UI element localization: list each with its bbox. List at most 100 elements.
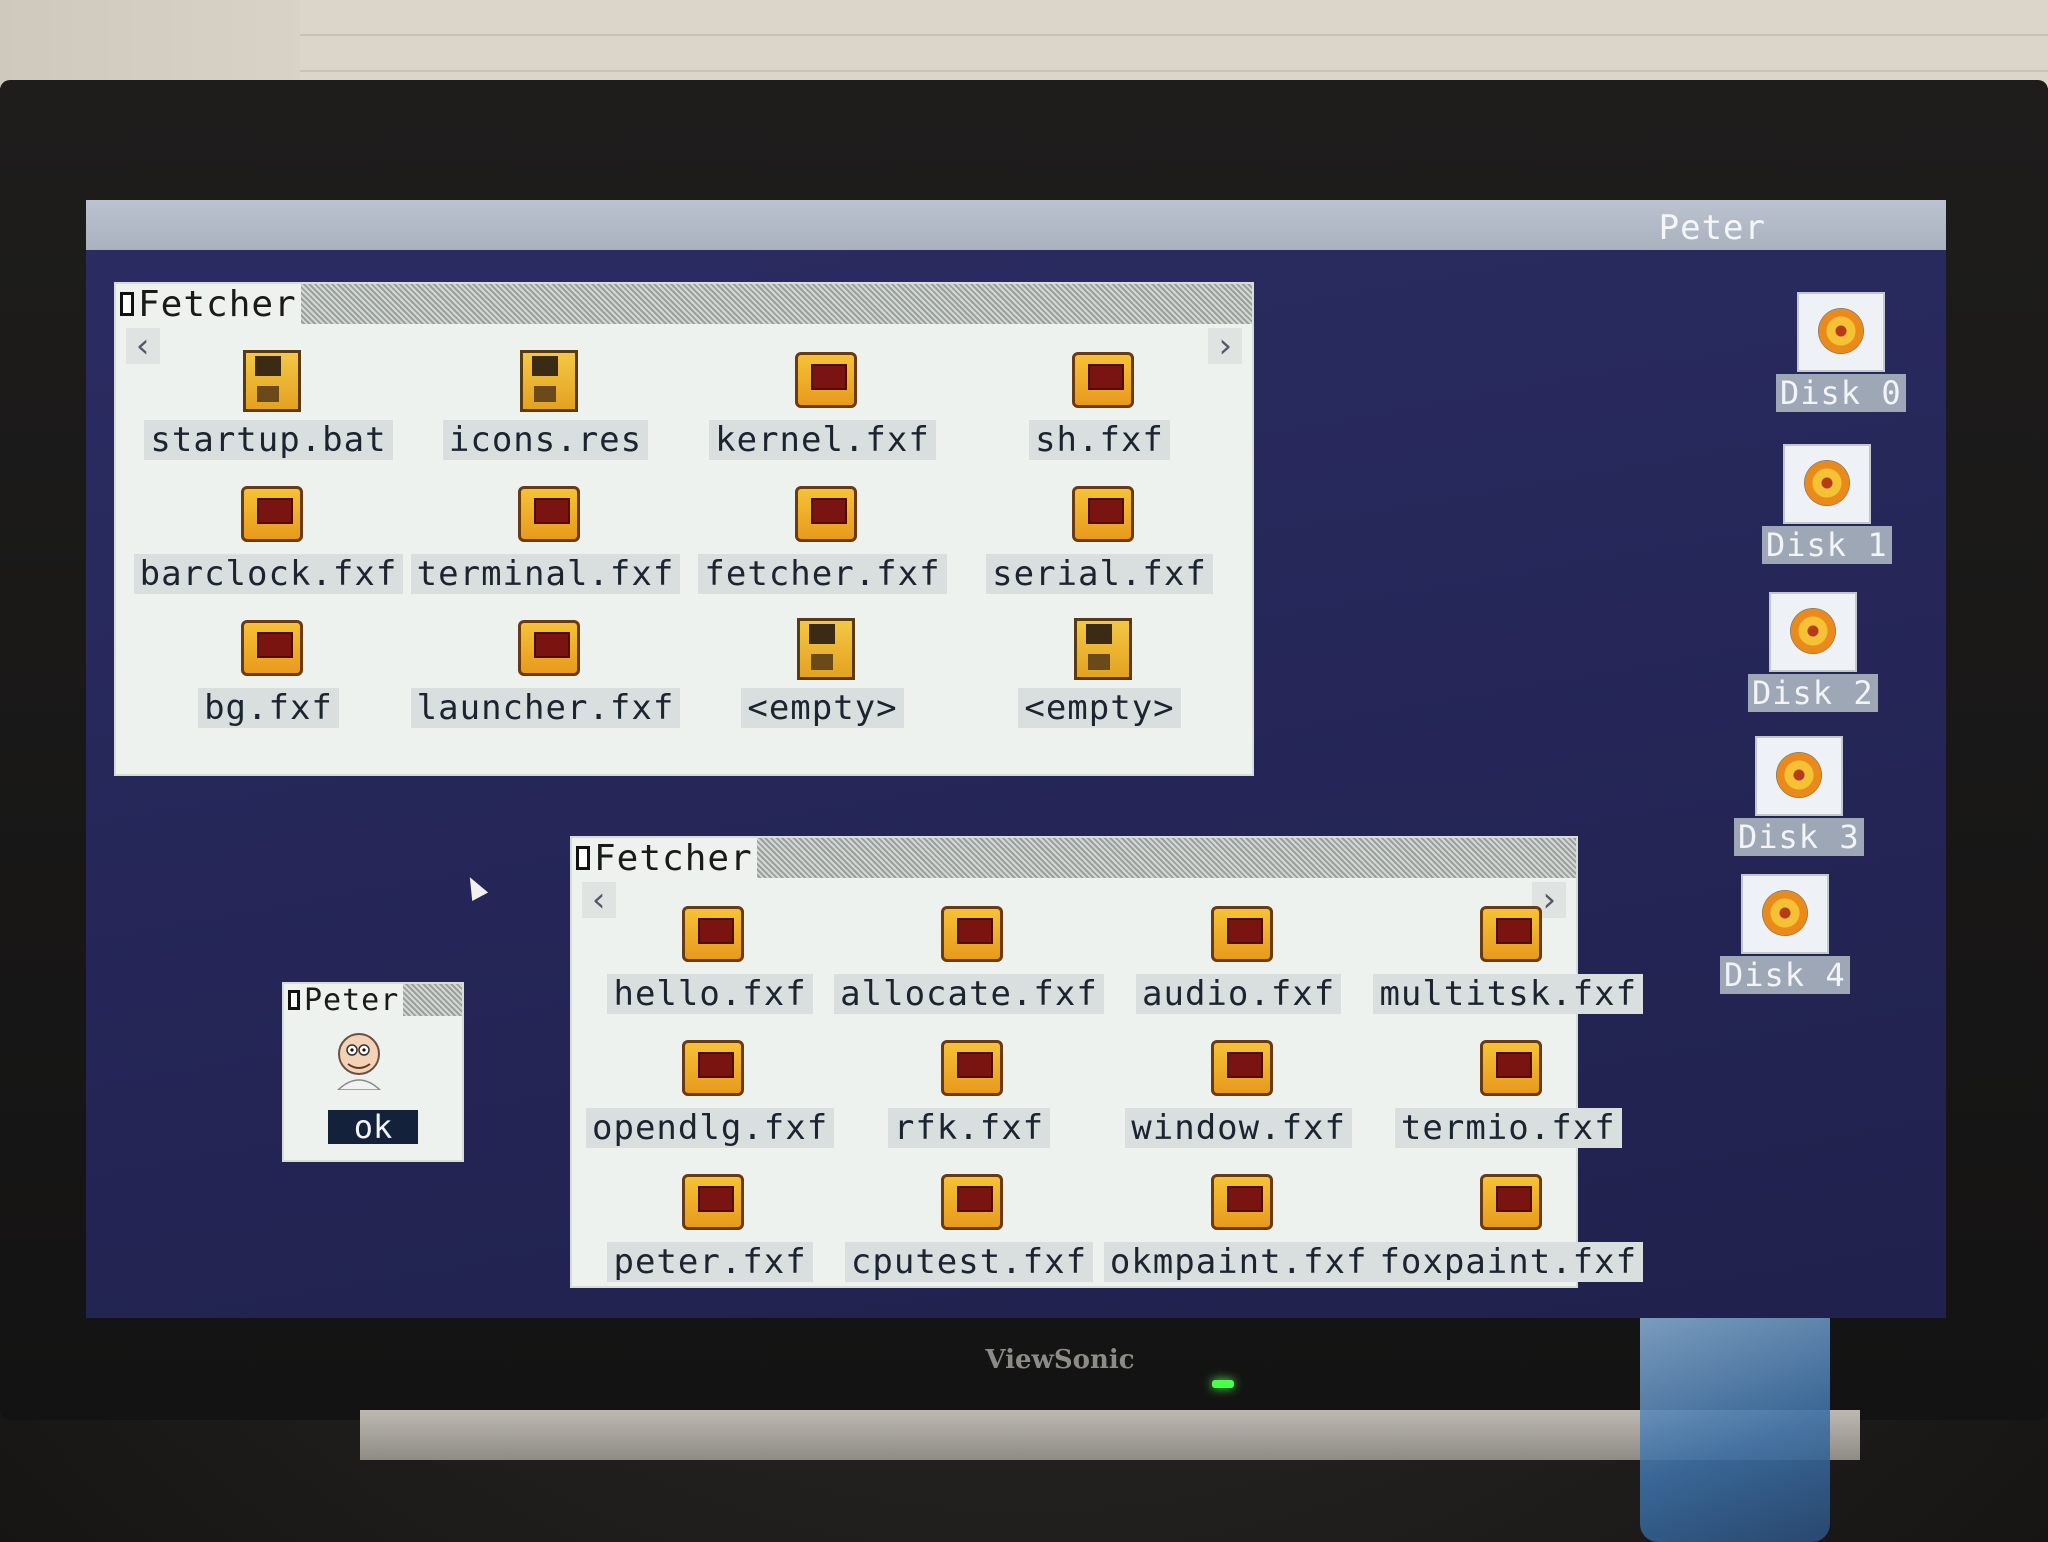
close-box-icon[interactable] — [288, 990, 300, 1010]
wall-shelf — [300, 0, 2048, 88]
floppy-icon[interactable] — [1068, 616, 1132, 680]
file-label: terminal.fxf — [410, 554, 681, 594]
drive-item-2[interactable]: Disk 2 — [1748, 592, 1878, 712]
drive-label: Disk 1 — [1762, 526, 1892, 564]
file-item[interactable]: barclock.fxf — [130, 482, 407, 594]
file-label: allocate.fxf — [834, 974, 1104, 1014]
menubar-username[interactable]: Peter — [1659, 208, 1766, 248]
app-icon[interactable] — [1207, 902, 1273, 962]
app-icon[interactable] — [1476, 902, 1543, 962]
disk-drive-icon[interactable] — [1740, 874, 1829, 954]
app-icon[interactable] — [1068, 348, 1134, 408]
file-label: startup.bat — [144, 420, 393, 460]
file-item[interactable]: foxpaint.fxf — [1373, 1170, 1644, 1282]
disk-drive-icon[interactable] — [1768, 592, 1857, 672]
peter-face-icon — [336, 1033, 382, 1090]
window-title: Fetcher — [594, 837, 753, 879]
file-item[interactable]: opendlg.fxf — [586, 1036, 835, 1148]
app-icon[interactable] — [791, 348, 857, 408]
app-icon[interactable] — [237, 482, 303, 542]
monitor-brand-label: ViewSonic — [985, 1345, 1135, 1375]
drive-label: Disk 3 — [1734, 818, 1864, 856]
app-icon[interactable] — [514, 482, 580, 542]
file-label: foxpaint.fxf — [1373, 1242, 1644, 1282]
floppy-icon[interactable] — [237, 348, 301, 412]
file-item[interactable]: icons.res — [407, 348, 684, 460]
file-label: bg.fxf — [198, 688, 339, 728]
close-box-icon[interactable] — [576, 846, 590, 870]
file-item[interactable]: hello.fxf — [586, 902, 834, 1014]
file-item[interactable]: startup.bat — [130, 348, 407, 460]
app-icon[interactable] — [678, 902, 745, 962]
app-icon[interactable] — [1068, 482, 1134, 542]
file-item[interactable]: sh.fxf — [961, 348, 1238, 460]
file-item[interactable]: multitsk.fxf — [1373, 902, 1644, 1014]
file-label: cputest.fxf — [844, 1242, 1094, 1282]
app-icon[interactable] — [937, 1170, 1003, 1230]
file-label: fetcher.fxf — [698, 554, 947, 594]
fetcher-window-1[interactable]: Fetcher ‹ › startup.bat icons.res kernel.f… — [116, 284, 1252, 774]
drive-item-3[interactable]: Disk 3 — [1734, 736, 1864, 856]
fetcher-window-2[interactable]: Fetcher ‹ › hello.fxf allocate.fxf audio.f… — [572, 837, 1644, 1286]
disk-drive-icon[interactable] — [1754, 736, 1843, 816]
file-item[interactable]: <empty> — [684, 616, 961, 728]
app-icon[interactable] — [678, 1170, 745, 1230]
file-label: audio.fxf — [1136, 974, 1342, 1014]
file-label: peter.fxf — [607, 1242, 813, 1282]
file-item[interactable]: bg.fxf — [130, 616, 407, 728]
file-item[interactable]: terminal.fxf — [407, 482, 684, 594]
app-icon[interactable] — [1476, 1170, 1543, 1230]
file-item[interactable]: cputest.fxf — [834, 1170, 1104, 1282]
file-label: rfk.fxf — [887, 1108, 1051, 1148]
floppy-icon[interactable] — [791, 616, 855, 680]
app-icon[interactable] — [937, 902, 1003, 962]
file-item[interactable]: window.fxf — [1104, 1036, 1374, 1148]
app-icon[interactable] — [237, 616, 303, 676]
file-label: termio.fxf — [1394, 1108, 1622, 1148]
disk-drive-icon[interactable] — [1782, 444, 1871, 524]
file-item[interactable]: audio.fxf — [1104, 902, 1374, 1014]
file-label: hello.fxf — [607, 974, 813, 1014]
app-icon[interactable] — [678, 1036, 745, 1096]
app-icon[interactable] — [514, 616, 580, 676]
file-item[interactable]: okmpaint.fxf — [1103, 1170, 1374, 1282]
file-item[interactable]: launcher.fxf — [407, 616, 684, 728]
window-titlebar[interactable]: Peter — [284, 983, 462, 1018]
drive-item-1[interactable]: Disk 1 — [1762, 444, 1892, 564]
file-item[interactable]: termio.fxf — [1373, 1036, 1643, 1148]
file-label: multitsk.fxf — [1373, 974, 1644, 1014]
file-item[interactable]: kernel.fxf — [684, 348, 961, 460]
file-item[interactable]: fetcher.fxf — [684, 482, 961, 594]
file-item[interactable]: allocate.fxf — [834, 902, 1104, 1014]
disk-drive-icon[interactable] — [1796, 292, 1885, 372]
file-label: icons.res — [442, 420, 649, 460]
peter-alert-window[interactable]: Peter ok — [284, 983, 462, 1160]
file-grid: hello.fxf allocate.fxf audio.fxf multitsk.f… — [586, 902, 1644, 1282]
app-icon[interactable] — [937, 1036, 1003, 1096]
window-title: Fetcher — [138, 283, 297, 325]
mouse-cursor-icon — [461, 873, 489, 901]
file-item[interactable]: serial.fxf — [961, 482, 1238, 594]
app-icon[interactable] — [791, 482, 857, 542]
app-icon[interactable] — [1207, 1036, 1273, 1096]
app-icon[interactable] — [1207, 1170, 1273, 1230]
ok-button[interactable]: ok — [328, 1110, 418, 1144]
file-item[interactable]: <empty> — [961, 616, 1238, 728]
window-titlebar[interactable]: Fetcher — [116, 283, 1252, 325]
floppy-icon[interactable] — [514, 348, 578, 412]
drive-label: Disk 4 — [1720, 956, 1850, 994]
title-area: Fetcher — [572, 837, 757, 879]
close-box-icon[interactable] — [120, 292, 134, 316]
file-item[interactable]: rfk.fxf — [834, 1036, 1104, 1148]
drive-item-0[interactable]: Disk 0 — [1776, 292, 1906, 412]
file-label: sh.fxf — [1029, 420, 1170, 460]
app-icon[interactable] — [1476, 1036, 1543, 1096]
drive-label: Disk 2 — [1748, 674, 1878, 712]
desktop: Peter Fetcher ‹ › startup.bat icons.res ke… — [86, 200, 1946, 1318]
file-item[interactable]: peter.fxf — [586, 1170, 834, 1282]
drive-item-4[interactable]: Disk 4 — [1720, 874, 1850, 994]
background-wall — [0, 0, 2048, 88]
file-label: launcher.fxf — [410, 688, 681, 728]
file-label: <empty> — [1018, 688, 1181, 728]
window-titlebar[interactable]: Fetcher — [572, 837, 1576, 879]
